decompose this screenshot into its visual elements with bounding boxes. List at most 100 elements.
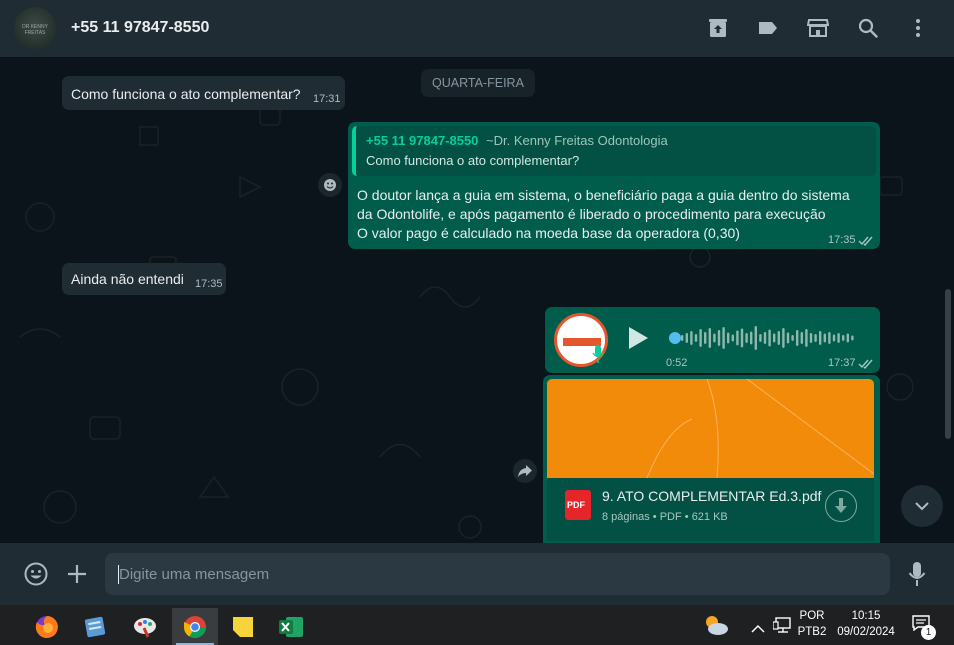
message-incoming[interactable]: Ainda não entendi 17:35: [62, 263, 226, 295]
waveform-bar: [777, 331, 780, 345]
notification-icon[interactable]: 1: [912, 615, 936, 640]
emoji-icon[interactable]: [24, 562, 48, 591]
archive-icon[interactable]: [706, 16, 730, 40]
message-text: Ainda não entendi: [71, 271, 184, 287]
microphone-icon[interactable]: [908, 561, 926, 592]
waveform-bar: [814, 334, 817, 342]
keyboard-layout: PTB2: [797, 626, 827, 638]
contact-name[interactable]: +55 11 97847-8550: [71, 19, 209, 37]
waveform-bar: [704, 332, 707, 344]
file-explorer-icon[interactable]: [0, 608, 10, 645]
clock-date: 09/02/2024: [837, 626, 895, 638]
message-time: 17:35: [828, 234, 856, 246]
waveform-bar: [685, 333, 688, 343]
system-clock[interactable]: 10:15 09/02/2024: [834, 610, 898, 638]
waveform-bar: [754, 326, 757, 350]
firefox-icon[interactable]: [24, 608, 70, 645]
message-input[interactable]: [105, 553, 890, 595]
message-time: 17:37: [828, 357, 856, 369]
waveform-bar: [736, 330, 739, 346]
message-text: O doutor lança a guia em sistema, o bene…: [357, 186, 850, 243]
weather-icon[interactable]: [702, 613, 730, 642]
document-size: 621 KB: [691, 511, 728, 523]
double-check-icon: [858, 359, 873, 369]
waveform-bar: [809, 333, 813, 343]
waveform-bar: [713, 333, 716, 343]
text-caret: [118, 565, 119, 584]
microphone-icon: [592, 345, 604, 363]
waveform-bar: [800, 332, 803, 344]
sticky-notes-icon[interactable]: [220, 608, 266, 645]
double-check-icon: [858, 236, 873, 246]
waveform-bar: [786, 332, 790, 344]
forward-icon[interactable]: [513, 459, 537, 483]
message-outgoing-document[interactable]: PDF 9. ATO COMPLEMENTAR Ed.3.pdf 8 págin…: [543, 375, 880, 543]
contact-avatar[interactable]: DR KENNY FREITAS: [14, 7, 56, 49]
audio-seek-handle[interactable]: [669, 332, 681, 344]
compose-bar: [0, 543, 954, 605]
download-button[interactable]: [825, 490, 857, 522]
document-type: PDF: [659, 511, 682, 523]
chat-scrollbar[interactable]: [945, 289, 951, 439]
label-icon[interactable]: [756, 16, 780, 40]
document-meta: 8 páginas • PDF • 621 KB: [602, 511, 728, 523]
store-icon[interactable]: [806, 16, 830, 40]
waveform-bar: [773, 333, 776, 343]
message-line: da Odontolife, e após pagamento é libera…: [357, 206, 826, 222]
message-text: Como funciona o ato complementar?: [71, 86, 301, 102]
document-preview[interactable]: [547, 379, 874, 478]
waveform-bar: [828, 332, 831, 344]
waveform-bar: [768, 329, 771, 347]
message-time: 17:31: [313, 93, 341, 105]
waveform-bar: [832, 334, 836, 342]
message-incoming[interactable]: Como funciona o ato complementar? 17:31: [62, 76, 345, 110]
waveform-bar: [791, 335, 794, 341]
notepad-icon[interactable]: [72, 608, 118, 645]
document-filename: 9. ATO COMPLEMENTAR Ed.3.pdf: [602, 488, 822, 504]
waveform-bar: [805, 329, 808, 347]
input-language[interactable]: POR PTB2: [797, 610, 827, 638]
waveform-bar: [731, 334, 734, 342]
message-outgoing-audio[interactable]: 0:52 17:37: [545, 307, 880, 373]
chrome-icon[interactable]: [172, 608, 218, 645]
day-separator: QUARTA-FEIRA: [421, 69, 535, 97]
waveform-bar: [796, 330, 799, 346]
waveform-bar: [823, 333, 826, 343]
quoted-text: Como funciona o ato complementar?: [366, 153, 580, 168]
document-pages: 8 páginas: [602, 511, 650, 523]
excel-icon[interactable]: [268, 608, 314, 645]
waveform-bar: [851, 335, 854, 341]
audio-waveform[interactable]: [681, 324, 859, 352]
search-icon[interactable]: [856, 16, 880, 40]
menu-dots-icon[interactable]: [906, 16, 930, 40]
avatar-caption: DR KENNY FREITAS: [22, 24, 48, 36]
waveform-bar: [842, 335, 845, 341]
waveform-bar: [837, 333, 840, 343]
waveform-bar: [846, 333, 849, 343]
waveform-bar: [740, 328, 744, 348]
message-line: O doutor lança a guia em sistema, o bene…: [357, 187, 850, 203]
waveform-bar: [727, 332, 730, 344]
reaction-emoji-icon[interactable]: [318, 173, 342, 197]
waveform-bar: [763, 332, 767, 344]
quoted-message[interactable]: +55 11 97847-8550 ~Dr. Kenny Freitas Odo…: [352, 126, 876, 176]
message-line: O valor pago é calculado na moeda base d…: [357, 225, 740, 241]
waveform-bar: [681, 335, 684, 341]
waveform-bar: [694, 334, 698, 342]
windows-taskbar: POR PTB2 10:15 09/02/2024 1: [0, 605, 954, 645]
clock-time: 10:15: [851, 610, 881, 622]
network-icon[interactable]: [772, 617, 793, 638]
quoted-author: +55 11 97847-8550: [366, 133, 479, 148]
scroll-to-bottom-button[interactable]: [901, 485, 943, 527]
quoted-author-alias: ~Dr. Kenny Freitas Odontologia: [486, 133, 668, 148]
message-outgoing-reply[interactable]: +55 11 97847-8550 ~Dr. Kenny Freitas Odo…: [348, 122, 880, 249]
waveform-bar: [750, 331, 753, 345]
message-time: 17:35: [195, 278, 223, 290]
document-info[interactable]: PDF 9. ATO COMPLEMENTAR Ed.3.pdf 8 págin…: [547, 478, 874, 541]
play-icon[interactable]: [627, 326, 649, 350]
attach-plus-icon[interactable]: [66, 563, 88, 590]
waveform-bar: [819, 331, 822, 345]
paint-icon[interactable]: [122, 608, 168, 645]
message-list[interactable]: QUARTA-FEIRA Como funciona o ato complem…: [0, 57, 954, 543]
chevron-up-icon[interactable]: [751, 620, 765, 638]
